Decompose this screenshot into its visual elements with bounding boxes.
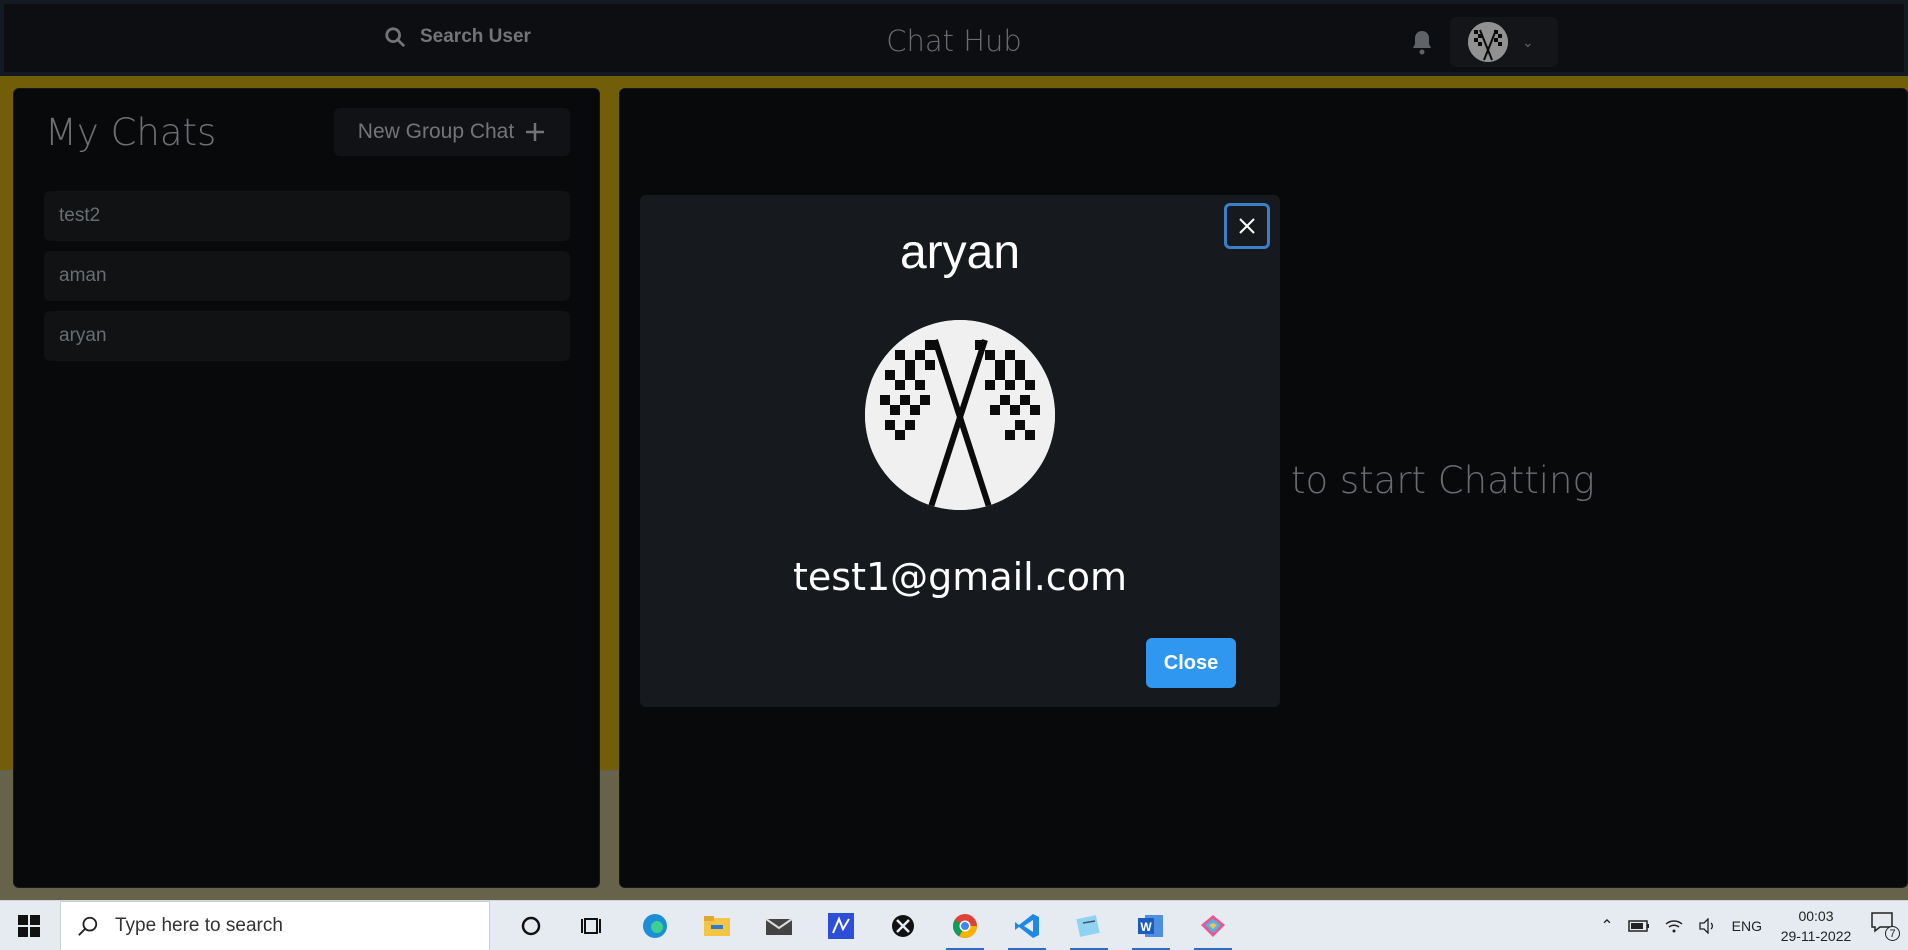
edge-icon[interactable] xyxy=(624,901,686,950)
word-icon[interactable]: W xyxy=(1120,901,1182,950)
clock[interactable]: 00:03 29-11-2022 xyxy=(1776,906,1856,946)
profile-modal: aryan test1@gmail.com Close xyxy=(640,195,1280,707)
battery-icon[interactable] xyxy=(1627,919,1650,933)
cortana-icon[interactable] xyxy=(500,901,562,950)
vscode-icon[interactable] xyxy=(996,901,1058,950)
notifications-button[interactable]: 7 xyxy=(1870,911,1900,941)
wifi-icon[interactable] xyxy=(1664,918,1684,934)
modal-close-icon-button[interactable] xyxy=(1224,203,1270,249)
chrome-icon[interactable] xyxy=(934,901,996,950)
clock-date: 29-11-2022 xyxy=(1780,928,1852,944)
taskbar: Type here to search W ⌃ ENG 00:03 29-11-… xyxy=(0,900,1908,950)
modal-user-name: aryan xyxy=(899,226,1021,279)
file-explorer-icon[interactable] xyxy=(686,901,748,950)
windows-start-button[interactable] xyxy=(0,901,58,950)
taskbar-search-box[interactable]: Type here to search xyxy=(60,901,490,950)
search-icon xyxy=(78,916,98,936)
volume-icon[interactable] xyxy=(1698,918,1718,934)
taskbar-search-placeholder: Type here to search xyxy=(115,915,283,936)
close-icon xyxy=(1239,218,1255,234)
task-view-icon[interactable] xyxy=(562,901,624,950)
clock-time: 00:03 xyxy=(1798,908,1834,924)
xbox-icon[interactable] xyxy=(872,901,934,950)
windows-icon xyxy=(18,915,40,937)
modal-user-email: test1@gmail.com xyxy=(793,555,1127,599)
language-indicator[interactable]: ENG xyxy=(1732,918,1762,934)
modal-close-button[interactable]: Close xyxy=(1146,638,1236,688)
app-icon-colorful[interactable] xyxy=(1182,901,1244,950)
chevron-up-icon[interactable]: ⌃ xyxy=(1600,916,1613,936)
taskbar-apps: W xyxy=(500,901,1244,950)
modal-avatar xyxy=(865,320,1055,510)
notepad-icon[interactable] xyxy=(1058,901,1120,950)
system-tray: ⌃ ENG 00:03 29-11-2022 7 xyxy=(1600,901,1908,950)
app-icon-blue[interactable] xyxy=(810,901,872,950)
notification-count-badge: 7 xyxy=(1885,926,1900,941)
mail-icon[interactable] xyxy=(748,901,810,950)
svg-text:W: W xyxy=(1140,920,1152,934)
